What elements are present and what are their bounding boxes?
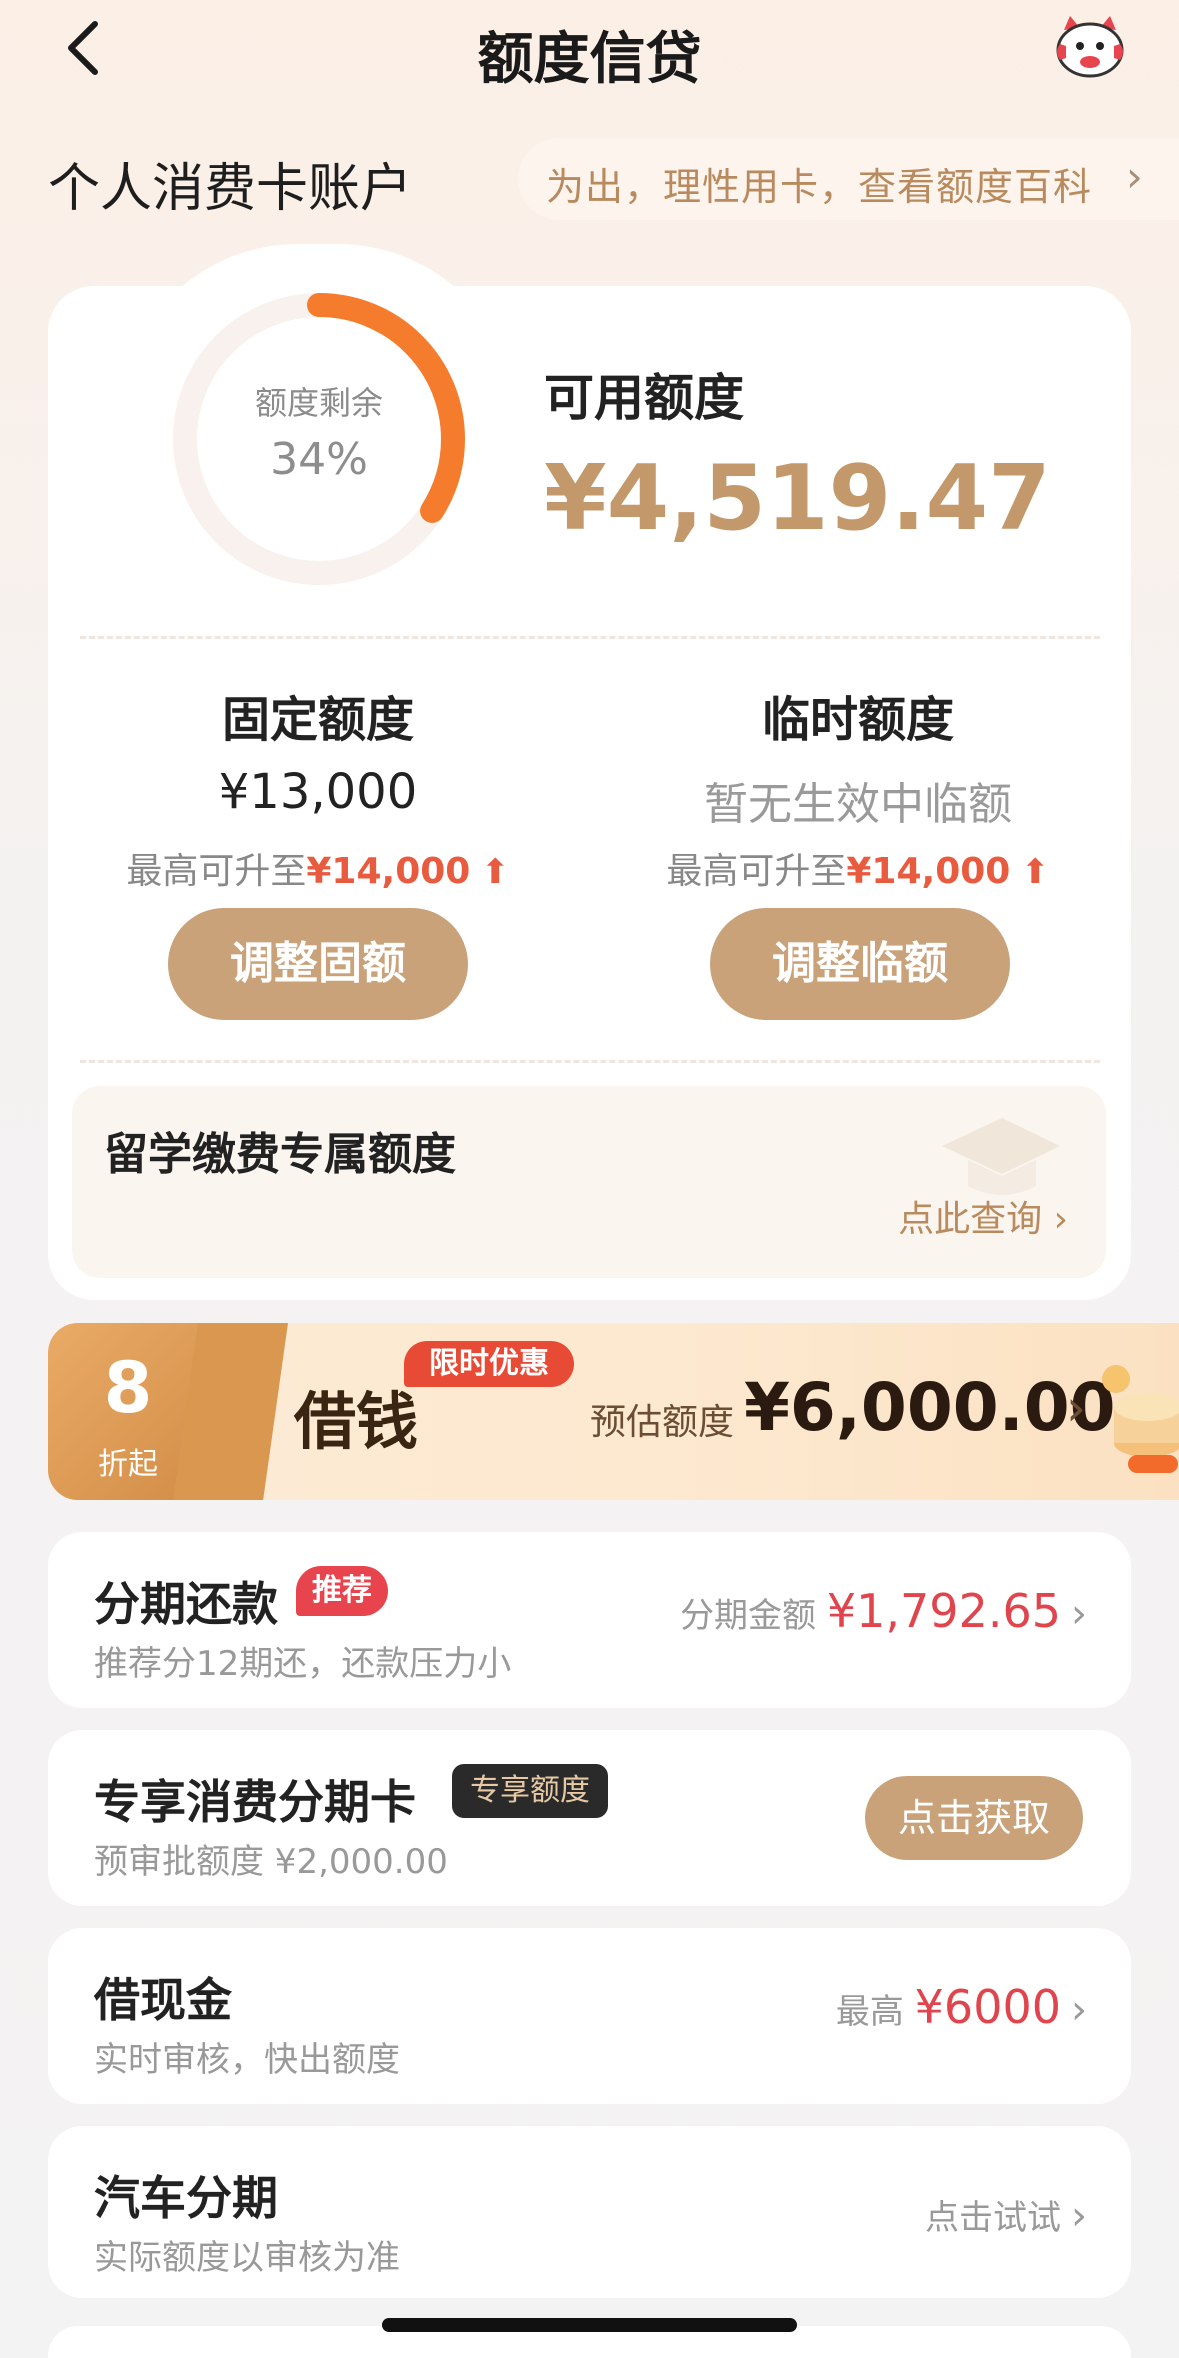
ring-label: 额度剩余 xyxy=(254,384,383,422)
fixed-credit-title: 固定额度 xyxy=(221,692,414,748)
available-amount: ¥4,519.47 xyxy=(544,446,1051,551)
row-title: 汽车分期 xyxy=(94,2171,278,2225)
borrow-title: 借钱 xyxy=(294,1385,419,1458)
divider xyxy=(80,636,1100,639)
fixed-credit-value: ¥13,000 xyxy=(218,764,418,820)
home-indicator[interactable] xyxy=(382,2318,797,2332)
header: 额度信贷 xyxy=(0,0,1179,100)
estimated-label: 预估额度 xyxy=(590,1402,735,1443)
fixed-credit-max: 最高可升至¥14,000 ⬆ xyxy=(126,851,510,892)
divider xyxy=(80,1060,1100,1063)
installment-amount: 分期金额 ¥1,792.65 › xyxy=(680,1584,1087,1638)
account-title: 个人消费卡账户 xyxy=(48,159,413,219)
max-amount: 最高 ¥6000 › xyxy=(835,1980,1087,2034)
adjust-temp-button[interactable]: 调整临额 xyxy=(710,908,1010,1020)
row-title: 专享消费分期卡 xyxy=(94,1775,416,1829)
try-link[interactable]: 点击试试 › xyxy=(925,2190,1087,2239)
row-title: 分期还款 xyxy=(94,1577,278,1631)
recommend-badge: 推荐 xyxy=(296,1566,388,1616)
chevron-right-icon: › xyxy=(1071,1591,1087,1637)
temp-credit-max: 最高可升至¥14,000 ⬆ xyxy=(666,851,1050,892)
mascot-icon[interactable] xyxy=(1050,14,1130,82)
temp-credit-title: 临时额度 xyxy=(761,692,954,748)
row-subtitle: 预审批额度 ¥2,000.00 xyxy=(94,1842,448,1882)
chevron-right-icon: › xyxy=(1066,1379,1086,1437)
borrow-money-banner[interactable]: 8 折起 借钱 限时优惠 预估额度 ¥6,000.00 › xyxy=(48,1323,1179,1500)
borrow-cash-row[interactable]: 借现金 实时审核，快出额度 最高 ¥6000 › xyxy=(48,1928,1131,2104)
study-abroad-title: 留学缴费专属额度 xyxy=(104,1129,456,1180)
estimated-amount: ¥6,000.00 xyxy=(744,1369,1116,1446)
chevron-right-icon: › xyxy=(1071,1987,1087,2033)
ring-percent: 34% xyxy=(270,434,368,485)
chevron-right-icon: › xyxy=(1071,2193,1087,2239)
notice-banner[interactable]: 为出，理性用卡，查看额度百科 › xyxy=(518,138,1179,220)
temp-credit-value: 暂无生效中临额 xyxy=(704,779,1012,830)
study-abroad-card[interactable]: 留学缴费专属额度 点此查询 › xyxy=(72,1086,1106,1278)
row-subtitle: 推荐分12期还，还款压力小 xyxy=(94,1644,512,1684)
exclusive-badge: 专享额度 xyxy=(452,1764,608,1818)
installment-repay-row[interactable]: 分期还款 推荐 推荐分12期还，还款压力小 分期金额 ¥1,792.65 › xyxy=(48,1532,1131,1708)
exclusive-installment-card-row[interactable]: 专享消费分期卡 专享额度 预审批额度 ¥2,000.00 点击获取 xyxy=(48,1730,1131,1906)
study-abroad-link[interactable]: 点此查询 › xyxy=(898,1190,1068,1242)
discount-unit: 折起 xyxy=(98,1447,158,1482)
limited-offer-badge: 限时优惠 xyxy=(404,1341,574,1387)
adjust-fixed-button[interactable]: 调整固额 xyxy=(168,908,468,1020)
chevron-right-icon: › xyxy=(1126,152,1143,201)
car-installment-row[interactable]: 汽车分期 实际额度以审核为准 点击试试 › xyxy=(48,2126,1131,2298)
notice-text: 为出，理性用卡，查看额度百科 xyxy=(546,165,1093,209)
get-now-button[interactable]: 点击获取 xyxy=(865,1776,1083,1860)
arrow-up-icon: ⬆ xyxy=(470,852,510,892)
discount-number: 8 xyxy=(103,1347,153,1429)
row-subtitle: 实际额度以审核为准 xyxy=(94,2238,400,2278)
arrow-up-icon: ⬆ xyxy=(1010,852,1050,892)
available-label: 可用额度 xyxy=(544,369,744,427)
row-subtitle: 实时审核，快出额度 xyxy=(94,2040,400,2080)
row-title: 借现金 xyxy=(94,1973,232,2027)
gold-coins-icon xyxy=(1102,1365,1179,1473)
page-title: 额度信贷 xyxy=(477,27,702,92)
